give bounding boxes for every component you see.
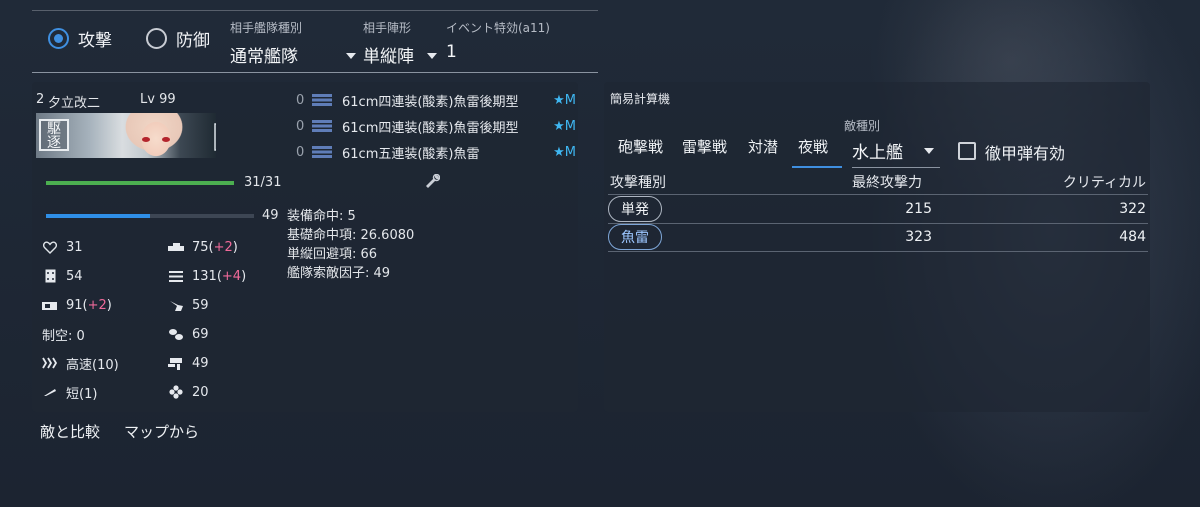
- stat-air-power: 制空: 0: [42, 328, 85, 344]
- tab-shelling[interactable]: 砲撃戦: [618, 136, 682, 170]
- from-map-link[interactable]: マップから: [124, 421, 199, 442]
- stat-los: 49: [168, 354, 278, 372]
- final-power-cell: 215: [905, 201, 932, 217]
- ship-type-badge: 駆逐: [39, 119, 69, 151]
- radio-unselected-icon: [146, 28, 167, 49]
- table-row: 魚雷 323 484: [608, 224, 1148, 251]
- event-bonus-label: イベント特効(a11): [446, 21, 550, 35]
- calculator-title: 簡易計算機: [610, 92, 671, 106]
- firepower-icon: [168, 240, 184, 254]
- stat-torpedo: 131(+4): [168, 267, 278, 285]
- critical-cell: 484: [1119, 229, 1146, 245]
- ship-portrait: [116, 113, 192, 158]
- torpedo-icon: [168, 269, 184, 283]
- table-divider: [608, 251, 1148, 252]
- anti-air-icon: [168, 298, 184, 312]
- divider: [32, 10, 598, 11]
- anti-sub-icon: [168, 327, 184, 341]
- torpedo-icon: [312, 120, 332, 132]
- attack-type-chip[interactable]: 魚雷: [608, 224, 662, 250]
- tab-torpedo[interactable]: 雷撃戦: [682, 136, 748, 170]
- fleet-los-factor: 艦隊索敵因子: 49: [287, 266, 391, 281]
- compare-enemy-link[interactable]: 敵と比較: [40, 421, 100, 442]
- stat-firepower: 75(+2): [168, 238, 278, 256]
- accuracy-details: 装備命中: 5 基礎命中項: 26.6080 単縦回避項: 66 艦隊索敵因子:…: [287, 205, 557, 281]
- chevron-down-icon: [924, 148, 934, 154]
- ship-banner: 駆逐: [36, 113, 216, 158]
- proficiency-badge: ★M: [553, 92, 576, 108]
- defense-radio-label: 防御: [176, 31, 210, 51]
- attack-radio[interactable]: 攻撃: [48, 26, 112, 51]
- enemy-type-select[interactable]: 水上艦: [852, 138, 940, 168]
- hp-bar: [46, 181, 234, 185]
- stat-luck: 20: [168, 383, 278, 401]
- proficiency-badge: ★M: [553, 144, 576, 160]
- luck-icon: [168, 385, 184, 399]
- defense-radio[interactable]: 防御: [146, 26, 210, 51]
- stat-range: 短(1): [42, 383, 152, 402]
- stat-anti-sub: 69: [168, 325, 278, 343]
- eye: [142, 137, 150, 142]
- speed-icon: [42, 356, 58, 370]
- chevron-down-icon: [427, 53, 437, 59]
- line-ahead-evasion: 単縦回避項: 66: [287, 247, 378, 262]
- stat-evasion: 91(+2): [42, 296, 152, 314]
- equipment-slot-3[interactable]: 0 61cm五連装(酸素)魚雷 ★M: [296, 142, 576, 162]
- header-critical: クリティカル: [1062, 175, 1146, 191]
- active-tab-indicator: [792, 166, 842, 168]
- stat-anti-air: 59: [168, 296, 278, 314]
- chevron-down-icon: [346, 53, 356, 59]
- equipment-slot-1[interactable]: 0 61cm四連装(酸素)魚雷後期型 ★M: [296, 90, 576, 110]
- attack-type-chip[interactable]: 単発: [608, 196, 662, 222]
- ship-level: Lv 99: [140, 92, 176, 107]
- equipment-list: 0 61cm四連装(酸素)魚雷後期型 ★M 0 61cm四連装(酸素)魚雷後期型…: [296, 90, 576, 162]
- torpedo-icon: [312, 146, 332, 158]
- ship-index: 2: [36, 92, 45, 107]
- critical-cell: 322: [1119, 201, 1146, 217]
- enemy-formation-select[interactable]: 単縦陣: [363, 42, 441, 68]
- radio-selected-icon: [48, 28, 69, 49]
- ap-shell-checkbox[interactable]: [958, 142, 976, 160]
- enemy-type-label: 敵種別: [844, 119, 881, 133]
- tab-night-battle[interactable]: 夜戦: [798, 136, 846, 170]
- evasion-icon: [42, 298, 58, 312]
- heart-icon: [42, 240, 58, 254]
- proficiency-badge: ★M: [553, 118, 576, 134]
- fuel-text: 49: [262, 208, 279, 223]
- enemy-fleet-type-label: 相手艦隊種別: [230, 21, 303, 35]
- event-bonus-input[interactable]: 1: [446, 42, 586, 68]
- ap-shell-label: 徹甲弾有効: [985, 144, 1066, 163]
- torpedo-icon: [312, 94, 332, 106]
- los-icon: [168, 356, 184, 370]
- enemy-formation-value: 単縦陣: [363, 47, 414, 67]
- enemy-type-value: 水上艦: [852, 143, 903, 163]
- attack-radio-label: 攻撃: [78, 31, 112, 51]
- eye: [162, 137, 170, 142]
- ship-name: 夕立改二: [48, 96, 101, 111]
- enemy-fleet-type-select[interactable]: 通常艦隊: [230, 42, 358, 68]
- table-row: 単発 215 322: [608, 196, 1148, 223]
- final-power-cell: 323: [905, 229, 932, 245]
- tab-anti-sub[interactable]: 対潜: [748, 136, 798, 170]
- armor-icon: [42, 269, 58, 283]
- table-divider: [608, 194, 1148, 195]
- base-accuracy: 基礎命中項: 26.6080: [287, 228, 415, 243]
- stat-speed: 高速(10): [42, 354, 152, 373]
- stats-left: 31 54 91(+2) 制空: 0 高速(10) 短(1): [42, 238, 152, 402]
- stats-right: 75(+2) 131(+4) 59 69 49 20: [168, 238, 278, 401]
- range-icon: [42, 385, 58, 399]
- equip-accuracy: 装備命中: 5: [287, 209, 356, 224]
- enemy-fleet-type-value: 通常艦隊: [230, 47, 298, 67]
- enemy-formation-label: 相手陣形: [363, 21, 412, 35]
- calculator-tabs: 砲撃戦 雷撃戦 対潜 夜戦: [618, 136, 848, 170]
- stat-hp: 31: [42, 238, 152, 256]
- hp-text: 31/31: [244, 175, 282, 190]
- equipment-category-icon: [214, 123, 216, 151]
- header-attack-type: 攻撃種別: [610, 175, 666, 191]
- wrench-icon[interactable]: [424, 174, 440, 190]
- fuel-bar: [46, 214, 254, 218]
- header-final-power: 最終攻撃力: [852, 175, 922, 191]
- equipment-slot-2[interactable]: 0 61cm四連装(酸素)魚雷後期型 ★M: [296, 116, 576, 136]
- stat-armor: 54: [42, 267, 152, 285]
